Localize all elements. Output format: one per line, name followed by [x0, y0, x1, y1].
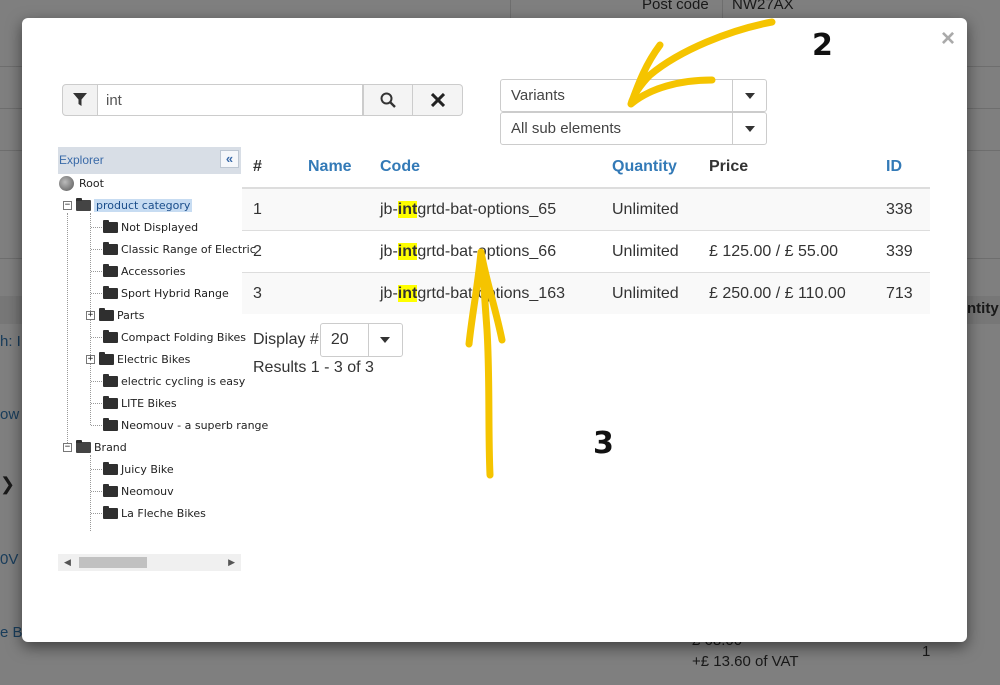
tree-item[interactable]: electric cycling is easy: [103, 371, 245, 391]
tree-product-category[interactable]: − product category: [63, 195, 193, 215]
folder-icon: [103, 483, 118, 497]
cell-price: £ 250.00 / £ 110.00: [698, 272, 875, 314]
tree-item[interactable]: Neomouv - a superb range: [103, 415, 268, 435]
type-select[interactable]: Variants: [500, 79, 767, 112]
search-input[interactable]: [98, 84, 363, 116]
clear-icon: [430, 93, 445, 107]
folder-icon: [103, 285, 118, 299]
col-header-code[interactable]: Code: [369, 147, 601, 189]
cell-num: 1: [242, 187, 297, 231]
cell-name: [297, 187, 369, 231]
cell-quantity: Unlimited: [601, 272, 698, 314]
explorer-horizontal-scrollbar[interactable]: ◀ ▶: [58, 554, 241, 571]
chevron-down-icon: [732, 113, 766, 144]
tree-item[interactable]: Not Displayed: [103, 217, 198, 237]
cell-id: 713: [875, 272, 930, 314]
scope-select-value: All sub elements: [511, 120, 622, 137]
page-size-control: Display # 20: [253, 323, 403, 357]
cell-name: [297, 272, 369, 314]
search-highlight: int: [397, 242, 418, 260]
cell-code: jb-intgrtd-bat-options_163: [369, 272, 601, 314]
scrollbar-thumb[interactable]: [79, 557, 147, 568]
cell-num: 3: [242, 272, 297, 314]
close-button[interactable]: ×: [941, 27, 955, 51]
cell-num: 2: [242, 230, 297, 273]
tree-item[interactable]: Juicy Bike: [103, 459, 174, 479]
folder-icon: [99, 307, 114, 321]
cell-name: [297, 230, 369, 273]
tree-item[interactable]: LITE Bikes: [103, 393, 177, 413]
explorer-panel: Explorer « Root − product category Not D…: [58, 147, 268, 575]
chevron-down-icon: [732, 80, 766, 111]
cell-id: 338: [875, 187, 930, 231]
results-count: Results 1 - 3 of 3: [253, 359, 374, 376]
tree-item[interactable]: Sport Hybrid Range: [103, 283, 229, 303]
tree-item[interactable]: + Parts: [86, 305, 144, 325]
globe-icon: [59, 175, 74, 191]
search-group: [62, 84, 463, 116]
collapse-node-icon[interactable]: −: [63, 200, 72, 210]
display-label: Display #: [253, 331, 319, 348]
collapse-explorer-button[interactable]: «: [220, 150, 239, 168]
chevron-down-icon: [367, 324, 402, 356]
folder-open-icon: [76, 197, 91, 211]
search-button[interactable]: [363, 84, 413, 116]
tree-root[interactable]: Root: [59, 173, 104, 193]
folder-open-icon: [76, 439, 91, 453]
explorer-title: Explorer: [59, 153, 104, 167]
results-table: # Name Code Quantity Price ID 1 jb-intgr…: [242, 147, 930, 314]
cell-quantity: Unlimited: [601, 187, 698, 231]
tree-item[interactable]: Classic Range of Electric: [103, 239, 256, 259]
scroll-left-icon[interactable]: ◀: [64, 557, 71, 568]
tree-item[interactable]: Neomouv: [103, 481, 174, 501]
explorer-header: Explorer «: [58, 147, 241, 174]
tree-item[interactable]: + Electric Bikes: [86, 349, 190, 369]
expand-node-icon[interactable]: +: [86, 354, 95, 364]
col-header-num: #: [242, 147, 297, 189]
col-header-price: Price: [698, 147, 875, 189]
filter-icon: [62, 84, 98, 116]
type-select-value: Variants: [511, 87, 565, 104]
scroll-right-icon[interactable]: ▶: [228, 557, 235, 568]
folder-icon: [103, 417, 118, 431]
table-row[interactable]: 2 jb-intgrtd-bat-options_66 Unlimited £ …: [242, 230, 930, 273]
folder-icon: [103, 461, 118, 475]
tree-brand[interactable]: − Brand: [63, 437, 127, 457]
tree-item[interactable]: Compact Folding Bikes: [103, 327, 246, 347]
col-header-quantity[interactable]: Quantity: [601, 147, 698, 189]
tree-item[interactable]: La Fleche Bikes: [103, 503, 206, 523]
cell-quantity: Unlimited: [601, 230, 698, 273]
table-row[interactable]: 1 jb-intgrtd-bat-options_65 Unlimited 33…: [242, 187, 930, 231]
search-icon: [380, 92, 396, 108]
page-size-value: 20: [330, 331, 349, 348]
col-header-id[interactable]: ID: [875, 147, 930, 189]
folder-icon: [99, 351, 114, 365]
cell-code: jb-intgrtd-bat-options_65: [369, 187, 601, 231]
expand-node-icon[interactable]: +: [86, 310, 95, 320]
cell-price: £ 125.00 / £ 55.00: [698, 230, 875, 273]
cell-id: 339: [875, 230, 930, 273]
collapse-node-icon[interactable]: −: [63, 442, 72, 452]
folder-icon: [103, 241, 118, 255]
search-highlight: int: [397, 200, 418, 218]
page-size-select[interactable]: 20: [319, 323, 403, 357]
folder-icon: [103, 329, 118, 343]
product-picker-modal: × Variants All sub elements Explorer «: [22, 18, 967, 642]
folder-icon: [103, 263, 118, 277]
tree-item[interactable]: Accessories: [103, 261, 185, 281]
results-table-container: # Name Code Quantity Price ID 1 jb-intgr…: [242, 147, 930, 314]
folder-icon: [103, 373, 118, 387]
scope-select[interactable]: All sub elements: [500, 112, 767, 145]
table-row[interactable]: 3 jb-intgrtd-bat-options_163 Unlimited £…: [242, 272, 930, 314]
folder-icon: [103, 395, 118, 409]
folder-icon: [103, 505, 118, 519]
clear-search-button[interactable]: [413, 84, 463, 116]
cell-price: [698, 187, 875, 231]
col-header-name[interactable]: Name: [297, 147, 369, 189]
search-highlight: int: [397, 284, 418, 302]
cell-code: jb-intgrtd-bat-options_66: [369, 230, 601, 273]
folder-icon: [103, 219, 118, 233]
